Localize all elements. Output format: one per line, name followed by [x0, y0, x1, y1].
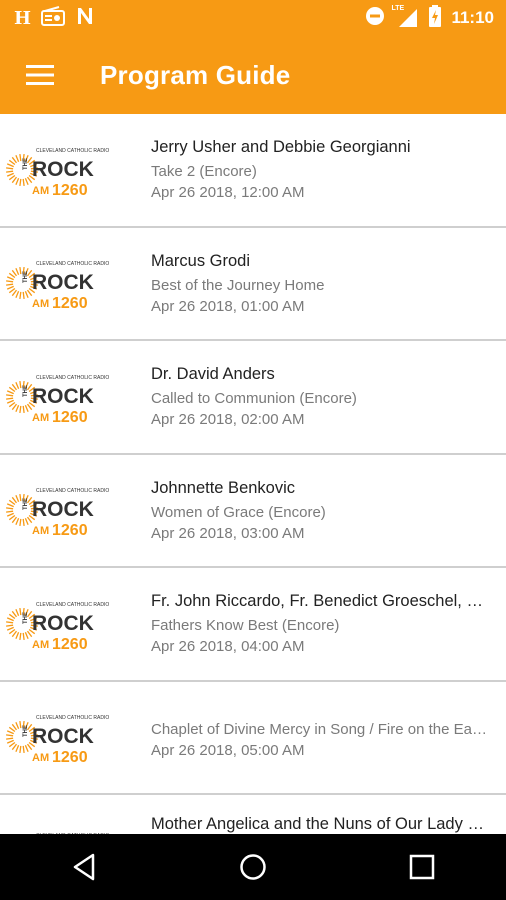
program-info: Mother Angelica and the Nuns of Our Lady… — [151, 815, 491, 834]
station-logo: CLEVELAND CATHOLIC RADIO THE ROCK AM 126… — [6, 815, 116, 834]
program-row[interactable]: CLEVELAND CATHOLIC RADIO THE ROCK AM 126… — [0, 341, 506, 455]
logo-rock: ROCK — [32, 158, 94, 181]
logo-am: AM — [32, 525, 49, 537]
app-bar: Program Guide — [0, 36, 506, 114]
logo-am: AM — [32, 639, 49, 651]
do-not-disturb-icon — [365, 6, 385, 31]
program-title: Women of Grace (Encore) — [151, 503, 326, 521]
program-host: Fr. John Riccardo, Fr. Benedict Groesche… — [151, 592, 491, 611]
logo-rock: ROCK — [32, 498, 94, 521]
recents-icon[interactable] — [382, 834, 462, 900]
logo-tagline: CLEVELAND CATHOLIC RADIO — [36, 602, 109, 608]
program-row[interactable]: CLEVELAND CATHOLIC RADIO THE ROCK AM 126… — [0, 682, 506, 795]
status-bar: H LTE 11:10 — [0, 0, 506, 36]
logo-rock: ROCK — [32, 271, 94, 294]
logo-freq: 1260 — [52, 636, 88, 653]
program-host: Mother Angelica and the Nuns of Our Lady… — [151, 815, 484, 833]
program-title: Chaplet of Divine Mercy in Song / Fire o… — [151, 721, 487, 739]
program-title: Take 2 (Encore) — [151, 163, 257, 181]
logo-am: AM — [32, 752, 49, 764]
program-title: Fathers Know Best (Encore) — [151, 617, 340, 635]
lte-label: LTE — [391, 5, 405, 12]
program-time: Apr 26 2018, 02:00 AM — [151, 411, 305, 429]
logo-freq: 1260 — [52, 182, 88, 199]
station-logo: CLEVELAND CATHOLIC RADIO THE ROCK AM 126… — [6, 697, 116, 777]
logo-tagline: CLEVELAND CATHOLIC RADIO — [36, 488, 109, 494]
logo-the: THE — [23, 385, 29, 397]
program-host: Dr. David Anders — [151, 365, 275, 384]
logo-freq: 1260 — [52, 409, 88, 426]
program-title: Best of the Journey Home — [151, 276, 325, 294]
station-logo: CLEVELAND CATHOLIC RADIO THE ROCK AM 126… — [6, 243, 116, 323]
logo-freq: 1260 — [52, 522, 88, 539]
program-list[interactable]: CLEVELAND CATHOLIC RADIO THE ROCK AM 126… — [0, 114, 506, 834]
station-logo: CLEVELAND CATHOLIC RADIO THE ROCK AM 126… — [6, 584, 116, 664]
logo-rock: ROCK — [32, 725, 94, 748]
program-info: Marcus Grodi Best of the Journey Home Ap… — [151, 252, 491, 315]
page-title: Program Guide — [100, 59, 291, 90]
hamburger-menu-icon[interactable] — [8, 36, 72, 114]
logo-the: THE — [23, 498, 29, 510]
logo-tagline: CLEVELAND CATHOLIC RADIO — [36, 715, 109, 721]
program-time: Apr 26 2018, 01:00 AM — [151, 297, 305, 315]
program-time: Apr 26 2018, 03:00 AM — [151, 524, 305, 542]
program-host: Johnnette Benkovic — [151, 478, 296, 497]
program-host: Marcus Grodi — [151, 251, 251, 270]
program-row[interactable]: CLEVELAND CATHOLIC RADIO THE ROCK AM 126… — [0, 568, 506, 682]
clock: 11:10 — [451, 8, 494, 27]
battery-charging-icon — [429, 4, 442, 32]
program-info: Chaplet of Divine Mercy in Song / Fire o… — [151, 715, 491, 759]
program-host: Jerry Usher and Debbie Georgianni — [151, 138, 411, 157]
logo-freq: 1260 — [52, 295, 88, 312]
radio-icon — [41, 5, 66, 31]
program-time: Apr 26 2018, 12:00 AM — [151, 184, 305, 202]
program-row[interactable]: CLEVELAND CATHOLIC RADIO THE ROCK AM 126… — [0, 114, 506, 228]
logo-am: AM — [32, 185, 49, 197]
navigation-bar — [0, 834, 506, 900]
logo-rock: ROCK — [32, 612, 94, 635]
program-row[interactable]: CLEVELAND CATHOLIC RADIO THE ROCK AM 126… — [0, 228, 506, 341]
station-logo: CLEVELAND CATHOLIC RADIO THE ROCK AM 126… — [6, 130, 116, 210]
program-info: Johnnette Benkovic Women of Grace (Encor… — [151, 479, 491, 542]
program-time: Apr 26 2018, 05:00 AM — [151, 742, 305, 760]
logo-the: THE — [23, 158, 29, 170]
program-row[interactable]: CLEVELAND CATHOLIC RADIO THE ROCK AM 126… — [0, 795, 506, 834]
logo-rock: ROCK — [32, 385, 94, 408]
back-icon[interactable] — [44, 834, 124, 900]
home-icon[interactable] — [213, 834, 293, 900]
lte-signal-icon: LTE — [391, 5, 419, 29]
program-info: Fr. John Riccardo, Fr. Benedict Groesche… — [151, 592, 491, 655]
logo-the: THE — [23, 725, 29, 737]
program-info: Jerry Usher and Debbie Georgianni Take 2… — [151, 138, 491, 201]
logo-the: THE — [23, 612, 29, 624]
logo-freq: 1260 — [52, 749, 88, 766]
logo-tagline: CLEVELAND CATHOLIC RADIO — [36, 261, 109, 267]
h-app-icon: H — [14, 7, 32, 29]
program-row[interactable]: CLEVELAND CATHOLIC RADIO THE ROCK AM 126… — [0, 455, 506, 568]
station-logo: CLEVELAND CATHOLIC RADIO THE ROCK AM 126… — [6, 357, 116, 437]
n-app-icon — [75, 6, 95, 31]
logo-am: AM — [32, 412, 49, 424]
program-time: Apr 26 2018, 04:00 AM — [151, 638, 305, 656]
station-logo: CLEVELAND CATHOLIC RADIO THE ROCK AM 126… — [6, 470, 116, 550]
program-title: Called to Communion (Encore) — [151, 390, 357, 408]
logo-tagline: CLEVELAND CATHOLIC RADIO — [36, 148, 109, 154]
logo-am: AM — [32, 298, 49, 310]
logo-the: THE — [23, 271, 29, 283]
logo-tagline: CLEVELAND CATHOLIC RADIO — [36, 375, 109, 381]
program-info: Dr. David Anders Called to Communion (En… — [151, 365, 491, 428]
